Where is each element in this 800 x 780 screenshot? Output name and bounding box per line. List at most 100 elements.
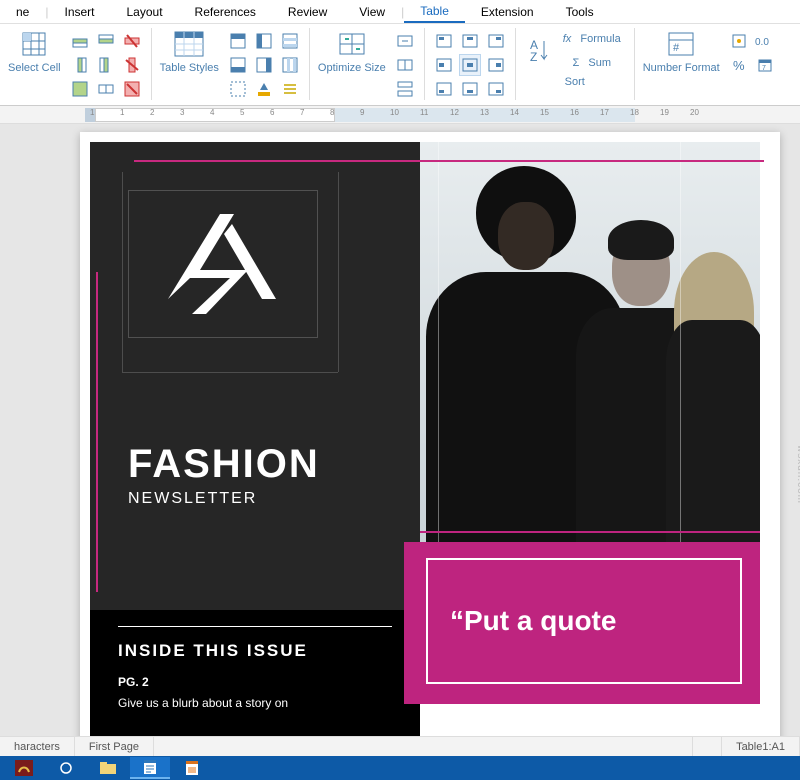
status-table-ref[interactable]: Table1:A1: [722, 737, 800, 756]
ruler-tick: 3: [180, 108, 184, 117]
menu-item-insert[interactable]: Insert: [48, 2, 110, 22]
split-table-icon[interactable]: [394, 78, 416, 100]
delete-col-icon[interactable]: [121, 54, 143, 76]
status-page[interactable]: First Page: [75, 737, 154, 756]
percent-icon[interactable]: %: [728, 54, 750, 76]
insert-row-below-icon[interactable]: [95, 30, 117, 52]
table-styles-icon[interactable]: [170, 28, 208, 60]
status-book-icon[interactable]: [664, 737, 693, 756]
ruler-tick: 17: [600, 108, 609, 117]
date-format-icon[interactable]: 7: [754, 54, 776, 76]
align-top-center-icon[interactable]: [459, 30, 481, 52]
style-opt-6-icon[interactable]: [279, 54, 301, 76]
sum-button[interactable]: Σ Sum: [558, 52, 626, 74]
ribbon-separator: [424, 28, 425, 100]
ribbon-group-misc: 0.0 % 7: [724, 28, 780, 78]
style-opt-4-icon[interactable]: [227, 54, 249, 76]
svg-text:0.0: 0.0: [755, 37, 769, 48]
ribbon-group-numberformat: # Number Format: [639, 28, 724, 74]
svg-text:%: %: [733, 58, 745, 73]
style-opt-5-icon[interactable]: [253, 54, 275, 76]
formula-button[interactable]: fx Formula: [558, 28, 626, 50]
decimals-icon[interactable]: 0.0: [754, 30, 776, 52]
inside-issue-box: INSIDE THIS ISSUE PG. 2 Give us a blurb …: [90, 610, 420, 736]
ruler-tick: 2: [150, 108, 154, 117]
optimize-size-icon[interactable]: [333, 28, 371, 60]
horizontal-ruler[interactable]: 11234567891011121314151617181920: [0, 106, 800, 124]
logo: [128, 190, 318, 338]
ruler-tick: 4: [210, 108, 214, 117]
status-characters[interactable]: haracters: [0, 737, 75, 756]
insert-col-left-icon[interactable]: [69, 54, 91, 76]
ruler-tick: 19: [660, 108, 669, 117]
svg-text:#: #: [673, 42, 680, 54]
inside-blurb: Give us a blurb about a story on: [118, 695, 392, 712]
taskbar-files-icon[interactable]: [88, 757, 128, 779]
taskbar-app-2[interactable]: [46, 757, 86, 779]
table-props-icon[interactable]: [728, 30, 750, 52]
page[interactable]: FASHION NEWSLETTER INSIDE THIS ISSUE PG.…: [80, 132, 780, 736]
align-top-left-icon[interactable]: [433, 30, 455, 52]
ruler-tick: 10: [390, 108, 399, 117]
ribbon-group-align: [429, 28, 511, 102]
select-cell-icon[interactable]: [15, 28, 53, 60]
insert-row-above-icon[interactable]: [69, 30, 91, 52]
menu-item-references[interactable]: References: [179, 2, 272, 22]
align-mid-left-icon[interactable]: [433, 54, 455, 76]
menu-item-extension[interactable]: Extension: [465, 2, 550, 22]
ruler-tick: 12: [450, 108, 459, 117]
border-color-icon[interactable]: [253, 78, 275, 100]
insert-col-right-icon[interactable]: [95, 54, 117, 76]
menu-item-review[interactable]: Review: [272, 2, 343, 22]
sort-icon[interactable]: AZ: [524, 35, 554, 67]
borders-icon[interactable]: [227, 78, 249, 100]
menu-item-view[interactable]: View: [343, 2, 401, 22]
table-styles-label: Table Styles: [160, 62, 219, 74]
inside-heading: INSIDE THIS ISSUE: [118, 641, 392, 661]
ruler-tick: 9: [360, 108, 364, 117]
menu-item-home[interactable]: ne: [0, 2, 45, 22]
style-opt-2-icon[interactable]: [253, 30, 275, 52]
number-format-label: Number Format: [643, 62, 720, 74]
style-opt-1-icon[interactable]: [227, 30, 249, 52]
align-bot-left-icon[interactable]: [433, 78, 455, 100]
status-save-icon[interactable]: [693, 737, 722, 756]
ribbon-group-rowscols: [65, 28, 147, 102]
ruler-tick: 14: [510, 108, 519, 117]
merge-cells-icon[interactable]: [394, 30, 416, 52]
align-mid-center-icon[interactable]: [459, 54, 481, 76]
delete-table-icon[interactable]: [121, 78, 143, 100]
optimize-size-label: Optimize Size: [318, 62, 386, 74]
ribbon-group-optimize: Optimize Size: [314, 28, 390, 74]
ribbon-group-select: Select Cell: [4, 28, 65, 74]
menu-bar: ne | Insert Layout References Review Vie…: [0, 0, 800, 24]
align-bot-center-icon[interactable]: [459, 78, 481, 100]
sort-label: Sort: [565, 76, 585, 88]
ribbon-separator: [634, 28, 635, 100]
style-opt-3-icon[interactable]: [279, 30, 301, 52]
taskbar-impress-icon[interactable]: [172, 757, 212, 779]
document-canvas[interactable]: FASHION NEWSLETTER INSIDE THIS ISSUE PG.…: [0, 124, 800, 736]
quote-inner: “Put a quote: [426, 558, 742, 684]
line-style-icon[interactable]: [279, 78, 301, 100]
align-bot-right-icon[interactable]: [485, 78, 507, 100]
align-top-right-icon[interactable]: [485, 30, 507, 52]
svg-text:7: 7: [762, 65, 766, 72]
ribbon-group-style-options: [223, 28, 305, 102]
insert-table-icon[interactable]: [69, 78, 91, 100]
taskbar: [0, 756, 800, 780]
doc-photo: [380, 142, 760, 542]
number-format-icon[interactable]: #: [662, 28, 700, 60]
menu-item-table[interactable]: Table: [404, 1, 465, 23]
align-mid-right-icon[interactable]: [485, 54, 507, 76]
inside-page-ref: PG. 2: [118, 675, 392, 689]
taskbar-writer-icon[interactable]: [130, 757, 170, 779]
split-cells2-icon[interactable]: [394, 54, 416, 76]
split-cells-icon[interactable]: [95, 78, 117, 100]
delete-row-icon[interactable]: [121, 30, 143, 52]
watermark: wsxdn.com: [795, 445, 800, 504]
menu-item-layout[interactable]: Layout: [111, 2, 179, 22]
menu-item-tools[interactable]: Tools: [550, 2, 610, 22]
taskbar-app-1[interactable]: [4, 757, 44, 779]
ruler-tick: 1: [90, 108, 94, 117]
